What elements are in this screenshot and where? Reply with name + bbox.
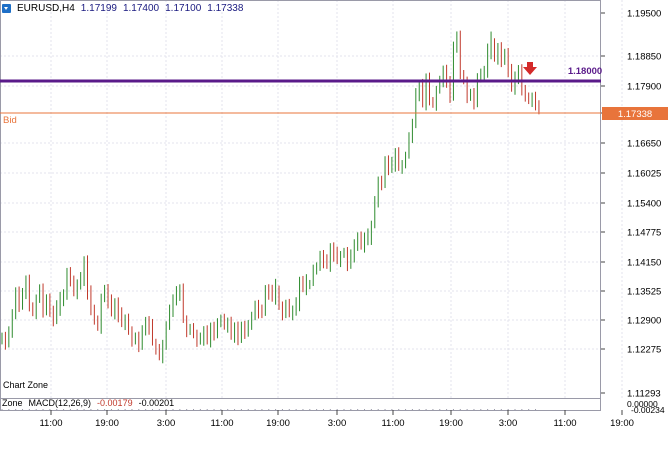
price-tick-label: 1.16650 (627, 139, 661, 150)
price-tick-label: 1.14775 (627, 228, 661, 239)
chart-zone-label: Chart Zone (3, 380, 49, 390)
price-tick-label: 1.14150 (627, 258, 661, 269)
macd-value-signal: -0.00201 (138, 398, 175, 408)
bid-price-tag-label: 1.17338 (618, 109, 652, 120)
price-tick-label: 1.15400 (627, 199, 661, 210)
time-tick-label: 11:00 (553, 418, 576, 429)
time-tick-label: 19:00 (439, 418, 463, 429)
price-tick-label: 1.16025 (627, 169, 661, 180)
close-price: 1.17338 (207, 2, 244, 14)
dropdown-arrow-icon[interactable] (2, 3, 11, 13)
time-tick-label: 19:00 (610, 418, 634, 429)
open-price: 1.17199 (80, 2, 117, 14)
high-price: 1.17400 (122, 2, 160, 14)
time-tick-label: 11:00 (381, 418, 404, 429)
time-tick-label: 3:00 (157, 418, 176, 429)
time-tick-label: 3:00 (328, 418, 347, 429)
chart-header: EURUSD,H4 1.17199 1.17400 1.17100 1.1733… (2, 1, 243, 15)
time-tick-label: 11:00 (39, 418, 62, 429)
symbol-label: EURUSD,H4 (17, 2, 75, 14)
price-tick-label: 1.11293 (627, 389, 661, 400)
price-tick-label: 1.17900 (627, 82, 661, 93)
price-tick-label: 1.18850 (627, 52, 661, 63)
price-tick-label: 1.13525 (627, 287, 661, 298)
time-tick-label: 11:00 (210, 418, 233, 429)
price-tick-label: 1.12900 (627, 316, 661, 327)
resistance-line-label: 1.18000 (568, 66, 602, 77)
macd-value-main: -0.00179 (97, 398, 133, 408)
price-tick-label: 1.19500 (627, 9, 661, 20)
zone-label: Zone (2, 398, 23, 408)
low-price: 1.17100 (165, 2, 202, 14)
time-tick-label: 19:00 (95, 418, 119, 429)
bid-line-label: Bid (3, 115, 17, 126)
macd-label: MACD(12,26,9) (28, 398, 92, 408)
macd-axis-bottom: -0.00234 (631, 405, 665, 415)
price-tick-label: 1.12275 (627, 345, 661, 356)
time-tick-label: 3:00 (499, 418, 518, 429)
macd-info: Zone MACD(12,26,9) -0.00179 -0.00201 (2, 398, 174, 408)
time-tick-label: 19:00 (266, 418, 290, 429)
price-chart[interactable]: 1.195001.188501.179001.172501.166501.160… (0, 0, 670, 452)
chart-window[interactable]: 1.195001.188501.179001.172501.166501.160… (0, 0, 670, 452)
